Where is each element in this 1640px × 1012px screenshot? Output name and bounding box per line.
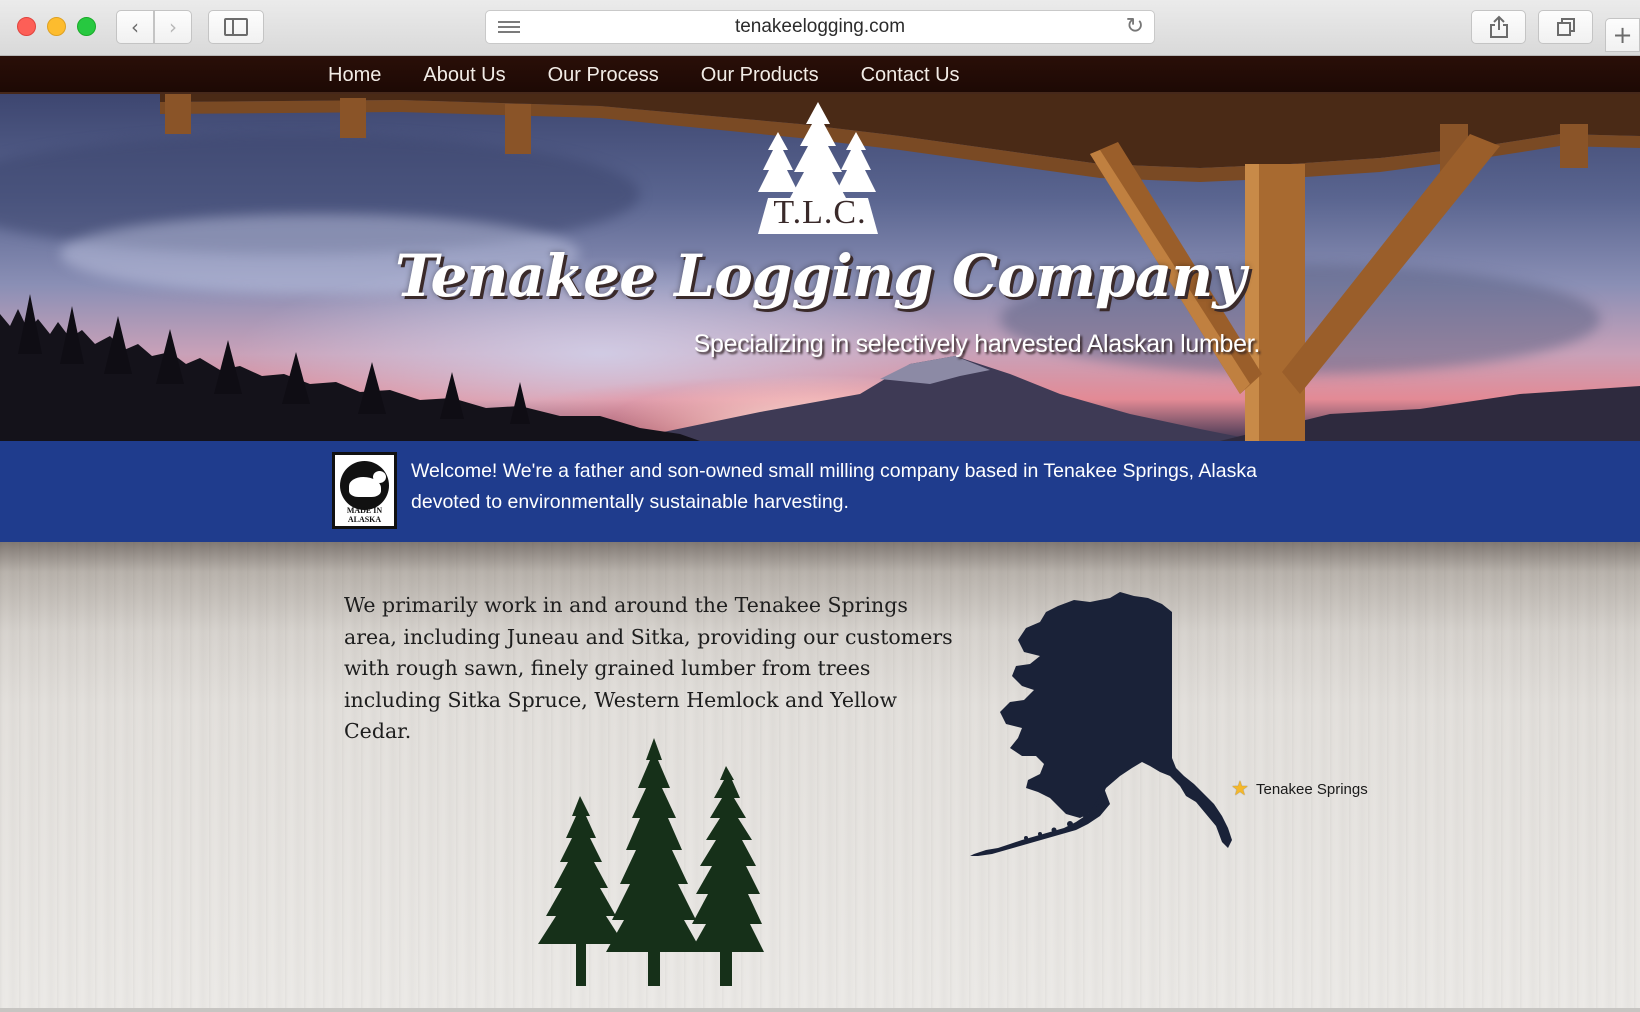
chevron-left-icon: ‹ xyxy=(131,15,139,39)
nav-item-about-us[interactable]: About Us xyxy=(423,64,505,87)
nav-item-contact-us[interactable]: Contact Us xyxy=(861,64,960,87)
intro-paragraph: We primarily work in and around the Tena… xyxy=(344,593,953,743)
back-button[interactable]: ‹ xyxy=(116,10,154,44)
reload-icon[interactable]: ↻ xyxy=(1126,14,1144,39)
close-window-button[interactable] xyxy=(17,17,36,36)
location-star-icon: ★ xyxy=(1231,776,1249,800)
minimize-window-button[interactable] xyxy=(47,17,66,36)
zoom-window-button[interactable] xyxy=(77,17,96,36)
alaska-map xyxy=(970,592,1232,856)
made-in-alaska-badge-icon: MADE IN ALASKA xyxy=(332,452,397,529)
badge-text: MADE IN ALASKA xyxy=(346,506,383,524)
tabs-overview-button[interactable] xyxy=(1538,10,1593,44)
forward-button[interactable]: › xyxy=(154,10,192,44)
browser-toolbar: ‹ › tenakeelogging.com ↻ + xyxy=(0,0,1640,56)
hero-subtitle: Specializing in selectively harvested Al… xyxy=(693,330,1261,358)
reader-view-icon[interactable] xyxy=(498,21,520,35)
nav-item-home[interactable]: Home xyxy=(328,64,381,87)
map-location-label: Tenakee Springs xyxy=(1256,781,1368,798)
sidebar-toggle-button[interactable] xyxy=(208,10,264,44)
page-title: Tenakee Logging Company xyxy=(394,242,1246,310)
hero-banner: T.L.C. Tenakee Logging Company Specializ… xyxy=(0,94,1640,441)
nav-item-our-products[interactable]: Our Products xyxy=(701,64,819,87)
new-tab-button[interactable]: + xyxy=(1605,18,1640,52)
chevron-right-icon: › xyxy=(169,15,177,39)
nav-item-our-process[interactable]: Our Process xyxy=(548,64,659,87)
welcome-banner: MADE IN ALASKA Welcome! We're a father a… xyxy=(0,441,1640,542)
window-bottom-edge xyxy=(0,1008,1640,1012)
plus-icon: + xyxy=(1612,21,1633,49)
address-bar[interactable]: tenakeelogging.com ↻ xyxy=(485,10,1155,44)
main-content: We primarily work in and around the Tena… xyxy=(0,542,1640,1012)
logo-text: T.L.C. xyxy=(773,194,867,231)
welcome-text: Welcome! We're a father and son-owned sm… xyxy=(411,460,1257,513)
share-icon xyxy=(1489,15,1508,38)
site-navigation: Home About Us Our Process Our Products C… xyxy=(0,56,1640,94)
tabs-overview-icon xyxy=(1556,18,1575,36)
sidebar-icon xyxy=(224,18,248,36)
share-button[interactable] xyxy=(1471,10,1526,44)
trees-icon xyxy=(538,738,764,986)
url-text: tenakeelogging.com xyxy=(734,16,906,37)
